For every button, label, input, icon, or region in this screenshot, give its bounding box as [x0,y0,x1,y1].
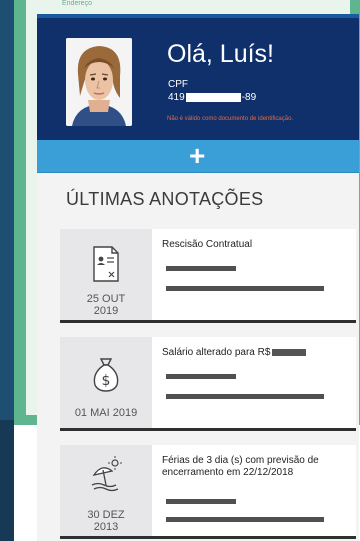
annotation-date-line1: 01 MAI 2019 [74,407,138,419]
plus-icon: + [189,140,206,171]
annotation-date-panel: $ 01 MAI 2019 [60,337,152,428]
redacted-line [166,517,324,522]
add-annotation-button[interactable]: + [37,140,359,173]
cpf-suffix: -89 [241,92,257,103]
annotation-item[interactable]: $ 01 MAI 2019 Salário alterado para R$ [60,337,356,431]
phone-card: Olá, Luís! CPF 419 -89 Não é válido como… [37,14,359,541]
greeting: Olá, Luís! [167,40,274,68]
money-bag-icon: $ [93,358,119,392]
annotation-item[interactable]: 25 OUT 2019 Rescisão Contratual [60,229,356,323]
redacted-amount [272,348,307,356]
redacted-line [166,266,236,271]
annotation-title: Férias de 3 dia (s) com previsão de ence… [162,455,319,478]
annotation-date-line2: 2013 [93,521,119,533]
background-partial-text: Endereço [62,0,92,7]
redacted-line [166,394,324,399]
background-white-band [14,425,34,541]
redacted-line [166,374,236,379]
redacted-line [166,499,236,504]
annotation-title: Salário alterado para R$ [162,347,347,359]
section-title: ÚLTIMAS ANOTAÇÕES [66,189,264,209]
contract-icon [93,246,119,282]
cpf-value: 419 -89 [168,92,256,103]
annotation-date-panel: 25 OUT 2019 [60,229,152,320]
cpf-label: CPF [168,79,188,90]
id-warning: Não é válido como documento de identific… [167,116,294,122]
svg-text:$: $ [102,373,111,389]
annotation-date-panel: 30 DEZ 2013 [60,445,152,536]
cpf-redaction [185,93,241,102]
background-left-panel-lower [0,420,14,541]
annotation-title-text: Salário alterado para R$ [162,347,271,358]
beach-icon [91,456,122,492]
redacted-line [166,286,324,291]
annotation-date-line1: 25 OUT [86,293,126,305]
annotation-item[interactable]: 30 DEZ 2013 Férias de 3 dia (s) com prev… [60,445,356,539]
annotation-title: Rescisão Contratual [162,239,253,250]
annotation-date-line2: 2019 [93,305,119,317]
annotation-date-line1: 30 DEZ [87,509,125,521]
avatar[interactable] [66,38,132,126]
cpf-prefix: 419 [168,92,185,103]
avatar-illustration [66,38,132,126]
profile-header: Olá, Luís! CPF 419 -89 Não é válido como… [37,14,359,140]
